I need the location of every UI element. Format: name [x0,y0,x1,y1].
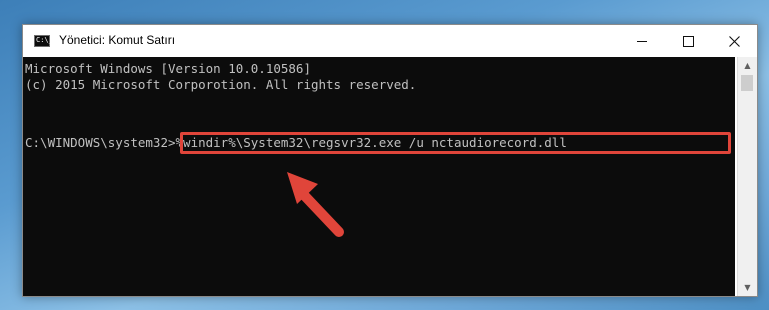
console-line: (c) 2015 Microsoft Corporotion. All righ… [25,77,417,92]
window-title: Yönetici: Komut Satırı [59,33,176,47]
chevron-down-icon[interactable]: ▼ [738,279,757,296]
pointer-arrow-icon [287,172,344,237]
chevron-up-icon[interactable]: ▲ [738,57,757,74]
console-output[interactable]: Microsoft Windows [Version 10.0.10586] (… [23,57,735,296]
close-button[interactable] [711,25,757,57]
cmd-icon: C:\_ [34,35,53,47]
command-prompt-window: C:\_ Yönetici: Komut Satırı Microsoft Wi… [22,24,758,297]
vertical-scrollbar[interactable]: ▲ ▼ [737,57,757,296]
title-bar[interactable]: C:\_ Yönetici: Komut Satırı [23,25,757,57]
scrollbar-thumb[interactable] [741,75,753,91]
maximize-icon [682,35,694,47]
minimize-icon [637,40,647,42]
maximize-button[interactable] [665,25,711,57]
close-icon [728,35,740,47]
command-highlight-box [180,132,731,154]
minimize-button[interactable] [619,25,665,57]
console-line: Microsoft Windows [Version 10.0.10586] [25,61,311,76]
